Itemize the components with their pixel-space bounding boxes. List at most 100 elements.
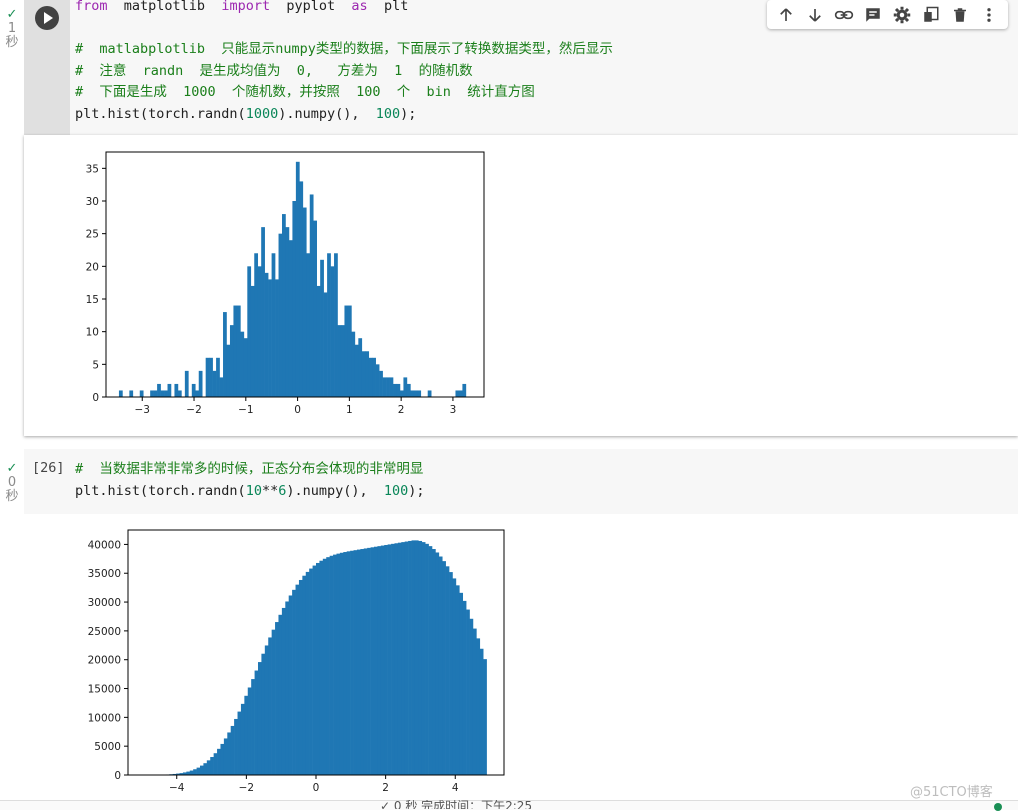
histogram-bar	[195, 390, 199, 397]
histogram-bar	[422, 542, 426, 775]
gear-icon[interactable]	[891, 4, 913, 26]
histogram-bar	[428, 390, 432, 397]
histogram-bar	[340, 553, 344, 775]
cell-2-status: ✓ 0 秒	[0, 462, 24, 504]
histogram-bar	[348, 306, 352, 397]
histogram-bar	[381, 546, 385, 775]
code-comment: # 当数据非常非常多的时候，正态分布会体现的非常明显	[75, 461, 423, 477]
arrow-up-icon[interactable]	[775, 4, 797, 26]
x-tick-label: 3	[450, 404, 457, 416]
code-text: ).numpy(),	[278, 106, 376, 122]
histogram-bar	[275, 279, 279, 397]
y-tick-label: 15	[86, 294, 99, 306]
comment-icon[interactable]	[862, 4, 884, 26]
y-tick-label: 10	[86, 327, 99, 339]
x-tick-label: 2	[398, 404, 405, 416]
y-tick-label: 5000	[94, 741, 121, 753]
histogram-bar	[302, 576, 306, 775]
histogram-bar	[282, 608, 286, 775]
histogram-bar	[391, 544, 395, 775]
cell-1-code[interactable]: from matplotlib import pyplot as plt # m…	[75, 0, 613, 125]
trash-icon[interactable]	[949, 4, 971, 26]
histogram-bar	[466, 610, 470, 775]
arrow-down-icon[interactable]	[804, 4, 826, 26]
histogram-bar	[299, 580, 303, 775]
histogram-bar	[394, 543, 398, 775]
histogram-bar	[439, 557, 443, 775]
histogram-bar	[168, 384, 172, 397]
x-tick-label: −4	[169, 782, 185, 792]
histogram-bar	[418, 541, 422, 775]
histogram-bar	[279, 234, 283, 397]
code-keyword: import	[221, 0, 270, 14]
histogram-bar	[255, 671, 259, 775]
histogram-bar	[197, 768, 201, 775]
histogram-bar	[408, 541, 412, 775]
histogram-bar	[224, 738, 228, 775]
histogram-bar	[371, 547, 375, 775]
histogram-bar	[185, 371, 189, 397]
histogram-bar	[341, 325, 345, 397]
histogram-bar	[398, 543, 402, 775]
x-tick-label: −2	[186, 404, 201, 416]
histogram-bar	[331, 266, 335, 397]
histogram-bar	[414, 390, 418, 397]
histogram-bar	[435, 552, 439, 775]
histogram-bar	[455, 390, 459, 397]
histogram-bar	[473, 629, 477, 775]
check-icon: ✓	[0, 462, 24, 476]
histogram-bar	[338, 325, 342, 397]
histogram-bar	[244, 338, 248, 397]
y-tick-label: 5	[92, 359, 99, 371]
histogram-bar	[456, 585, 460, 775]
histogram-bar	[463, 601, 467, 775]
y-tick-label: 40000	[88, 539, 121, 551]
y-tick-label: 20000	[88, 655, 121, 667]
histogram-bar	[272, 630, 276, 775]
histogram-bar	[347, 551, 351, 775]
code-text: );	[408, 483, 424, 499]
histogram-bar	[200, 766, 204, 775]
histogram-bar	[140, 390, 144, 397]
histogram-bar	[265, 273, 269, 397]
histogram-bar	[403, 377, 407, 397]
histogram-bar	[393, 384, 397, 397]
histogram-bar	[316, 563, 320, 775]
histogram-bar	[376, 364, 380, 397]
histogram-bar	[306, 253, 310, 397]
code-comment: # matlabplotlib 只能显示numpy类型的数据，下面展示了转换数据…	[75, 41, 613, 57]
execution-count: [26]	[32, 460, 65, 476]
histogram-bar	[336, 554, 340, 775]
histogram-bar	[203, 763, 207, 775]
x-tick-label: 2	[382, 782, 389, 792]
histogram-bar	[217, 749, 221, 775]
histogram-bar	[289, 595, 293, 775]
y-tick-label: 30	[86, 196, 99, 208]
histogram-bar	[230, 325, 234, 397]
mirror-cell-icon[interactable]	[920, 4, 942, 26]
histogram-bar	[442, 561, 446, 775]
histogram-bar	[388, 544, 392, 775]
code-comment: # 下面是生成 1000 个随机数，并按照 100 个 bin 统计直方图	[75, 84, 535, 100]
y-tick-label: 35	[86, 163, 99, 175]
connection-status-icon[interactable]	[994, 803, 1002, 811]
histogram-bar	[251, 679, 255, 775]
more-vert-icon[interactable]	[978, 4, 1000, 26]
run-cell-button[interactable]	[35, 6, 59, 30]
histogram-bar	[333, 555, 337, 775]
link-icon[interactable]	[833, 4, 855, 26]
histogram-bar	[390, 377, 394, 397]
histogram-bar	[360, 549, 364, 775]
y-tick-label: 10000	[88, 712, 121, 724]
code-text: plt.hist(torch.randn(	[75, 483, 246, 499]
histogram-bar	[377, 546, 381, 775]
x-tick-label: 0	[313, 782, 320, 792]
histogram-bar	[351, 332, 355, 397]
histogram-bar	[178, 390, 182, 397]
histogram-bar	[334, 253, 338, 397]
cell-2-code[interactable]: # 当数据非常非常多的时候，正态分布会体现的非常明显 plt.hist(torc…	[75, 459, 425, 502]
histogram-bar	[119, 390, 123, 397]
histogram-bar	[282, 214, 286, 397]
histogram-bar	[354, 550, 358, 775]
histogram-bar	[206, 358, 210, 397]
